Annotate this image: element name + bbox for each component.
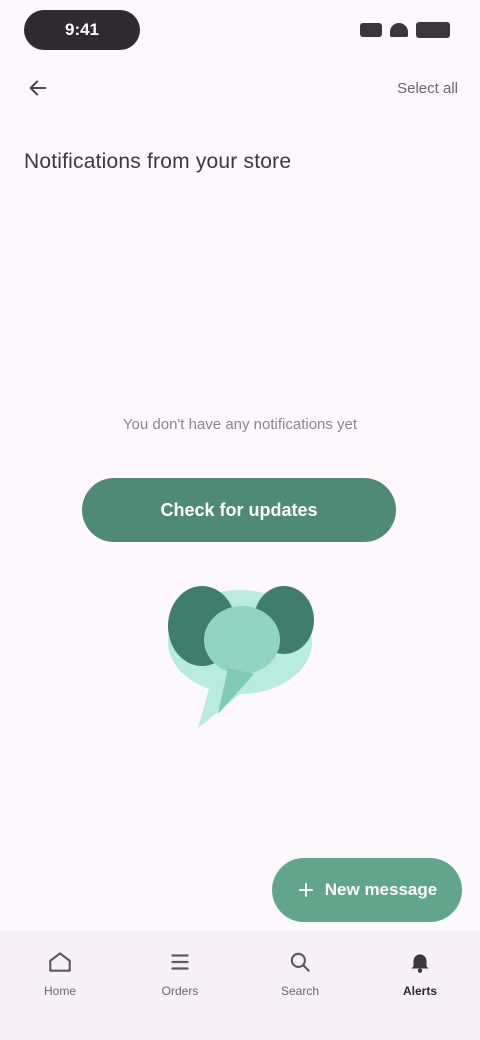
battery-icon (416, 22, 450, 38)
nav-label-orders: Orders (161, 984, 199, 998)
chat-bubble-icon (168, 586, 314, 728)
nav-item-alerts[interactable]: Alerts (360, 930, 480, 1040)
status-icons (360, 20, 450, 40)
status-time: 9:41 (24, 10, 140, 50)
arrow-left-icon (29, 80, 47, 96)
back-button[interactable] (24, 74, 52, 102)
nav-item-home[interactable]: Home (0, 930, 120, 1040)
signal-icon (360, 23, 382, 37)
check-updates-button[interactable]: Check for updates (82, 478, 396, 542)
search-icon (290, 952, 310, 972)
plus-icon (298, 883, 313, 897)
select-all-button[interactable]: Select all (397, 76, 458, 100)
bottom-nav: Home Orders Search Alerts (0, 930, 480, 1040)
bell-icon (411, 954, 429, 973)
nav-item-search[interactable]: Search (240, 930, 360, 1040)
toolbar: Select all (0, 68, 480, 108)
wifi-icon (390, 23, 408, 37)
nav-label-alerts: Alerts (402, 984, 437, 998)
empty-state-illustration (150, 568, 330, 748)
new-message-fab[interactable]: New message (272, 858, 462, 922)
screen: 9:41 Select all Notifications from your … (0, 0, 480, 1040)
nav-label-home: Home (43, 984, 76, 998)
nav-item-orders[interactable]: Orders (120, 930, 240, 1040)
home-icon (49, 952, 71, 972)
list-icon (171, 954, 189, 970)
nav-label-search: Search (280, 984, 320, 998)
status-bar: 9:41 (0, 0, 480, 64)
empty-state-message: You don't have any notifications yet (122, 416, 358, 433)
page-title: Notifications from your store (24, 150, 292, 173)
fab-label: New message (324, 880, 438, 899)
